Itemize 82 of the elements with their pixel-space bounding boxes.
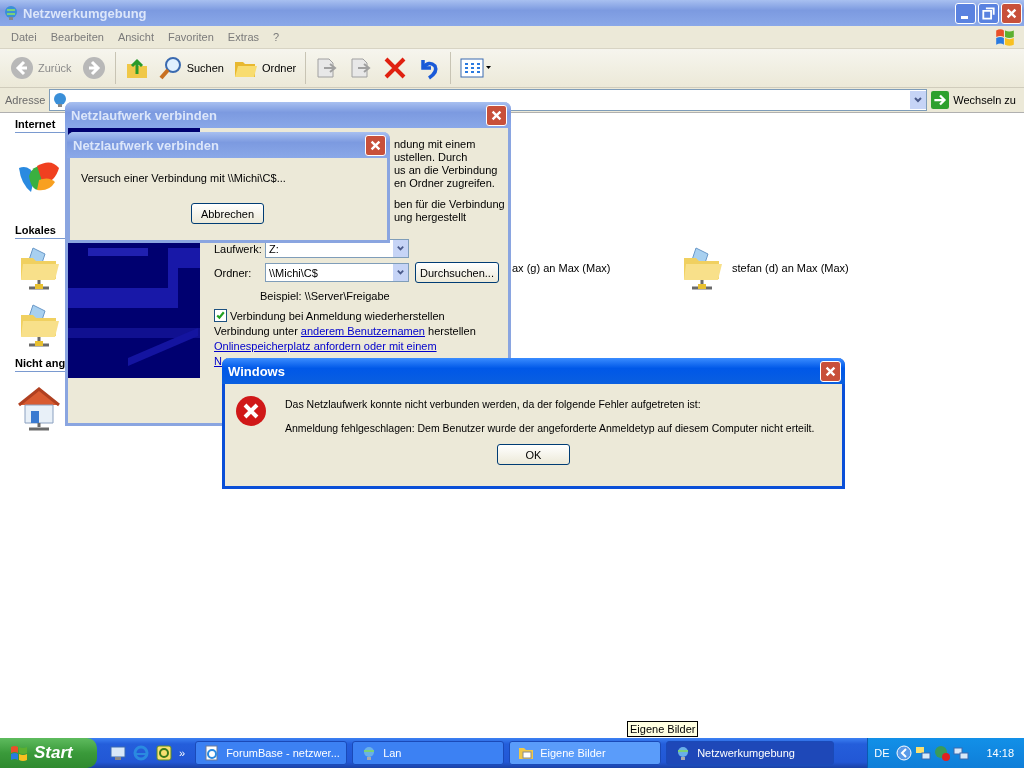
- status-message: Versuch einer Verbindung mit \\Michi\C$...: [81, 172, 287, 184]
- reconnect-checkbox[interactable]: Verbindung bei Anmeldung wiederherstellen: [214, 309, 508, 322]
- instruction-text: ung hergestellt: [394, 211, 468, 224]
- dropdown-button[interactable]: [910, 91, 927, 109]
- other-user-text: Verbindung unter anderem Benutzernamen herstellen: [214, 325, 477, 337]
- windows-logo-icon: [9, 743, 29, 763]
- restore-button[interactable]: [978, 2, 999, 24]
- minimize-button[interactable]: [955, 2, 976, 24]
- close-button[interactable]: [365, 134, 386, 156]
- window-title: Netzwerkumgebung: [23, 5, 148, 21]
- chevron-icon[interactable]: [896, 745, 913, 761]
- computers-icon[interactable]: [953, 745, 970, 761]
- share-label[interactable]: ax (g) an Max (Max): [512, 261, 611, 274]
- browse-button[interactable]: Durchsuchen...: [415, 262, 499, 283]
- chevron-down-icon: [396, 244, 405, 253]
- other-user-link[interactable]: anderem Benutzernamen: [300, 325, 425, 337]
- close-button[interactable]: [486, 104, 507, 126]
- network-icon: [52, 92, 69, 108]
- search-button[interactable]: Suchen: [154, 54, 228, 82]
- folder-combo[interactable]: \\Michi\C$: [265, 263, 409, 282]
- share-label[interactable]: stefan (d) an Max (Max): [732, 261, 849, 274]
- instruction-text: ndung mit einem: [394, 138, 477, 151]
- menu-item[interactable]: Bearbeiten: [43, 31, 111, 43]
- address-label: Adresse: [5, 94, 46, 106]
- taskbar-button[interactable]: ForumBase - netzwer...: [195, 741, 348, 765]
- close-icon: [824, 364, 837, 378]
- more-button[interactable]: »: [179, 747, 186, 759]
- group-header: Lokales: [15, 224, 56, 236]
- arrow-right-icon: [931, 91, 950, 109]
- instruction-text: ben für die Verbindung: [394, 198, 506, 211]
- chevron-down-icon: [396, 268, 405, 277]
- folder-up-icon: [124, 56, 149, 80]
- storage-link[interactable]: Onlinespeicherplatz anfordern oder mit einem: [214, 340, 437, 352]
- storage-link[interactable]: N: [214, 355, 222, 367]
- checkbox[interactable]: [214, 309, 227, 322]
- instruction-text: en Ordner zugreifen.: [394, 177, 496, 190]
- error-icon: [235, 395, 267, 427]
- cancel-button[interactable]: Abbrechen: [191, 203, 264, 224]
- media-icon[interactable]: [156, 745, 172, 761]
- folders-button[interactable]: Ordner: [229, 54, 301, 82]
- desktop-icon[interactable]: [110, 745, 126, 761]
- error-message: Das Netzlaufwerk konnte nicht verbunden werden, da der folgende Fehler aufgetreten ist:: [285, 398, 702, 410]
- dialog-title: Netzlaufwerk verbinden: [73, 137, 220, 153]
- close-icon: [490, 108, 503, 122]
- folder-label: Ordner:: [214, 266, 253, 279]
- dialog-title: Windows: [228, 363, 286, 379]
- menu-item[interactable]: Datei: [4, 31, 44, 43]
- menu-item[interactable]: Extras: [220, 31, 267, 43]
- views-icon: [460, 56, 493, 80]
- example-text: Beispiel: \\Server\Freigabe: [260, 290, 391, 302]
- clock: 14:18: [986, 747, 1014, 759]
- delete-icon: [383, 56, 408, 80]
- close-icon: [1005, 6, 1018, 20]
- instruction-text: ustellen. Durch: [394, 151, 469, 164]
- language-indicator[interactable]: DE: [874, 747, 890, 759]
- menu-item[interactable]: Ansicht: [110, 31, 161, 43]
- taskbar-button[interactable]: Netzwerkumgebung: [666, 741, 835, 765]
- network-tray-icon[interactable]: [915, 745, 932, 761]
- minimize-icon: [961, 15, 968, 19]
- drive-label: Laufwerk:: [214, 242, 263, 255]
- error-message: Anmeldung fehlgeschlagen: Dem Benutzer wurde der angeforderte Anmeldetyp auf diesem Computer nicht erteilt.: [285, 422, 815, 434]
- windows-logo-icon: [994, 26, 1016, 48]
- ok-button[interactable]: OK: [497, 444, 570, 465]
- picture-folder-icon: [518, 745, 535, 761]
- close-button[interactable]: [820, 360, 841, 382]
- chevron-down-icon: [913, 95, 924, 105]
- network-icon: [3, 5, 19, 21]
- taskbar-button[interactable]: Lan: [352, 741, 505, 765]
- group-header: Nicht ang: [15, 357, 66, 369]
- instruction-text: us an die Verbindung: [394, 164, 499, 177]
- restore-icon: [982, 6, 995, 20]
- search-icon: [158, 56, 183, 80]
- browser-page-icon: [204, 745, 221, 761]
- go-button[interactable]: Wechseln zu: [927, 91, 1024, 109]
- group-header: Internet: [15, 118, 56, 130]
- menu-item[interactable]: Favoriten: [161, 31, 221, 43]
- tooltip: Eigene Bilder: [627, 721, 699, 737]
- close-icon: [369, 138, 382, 152]
- start-button[interactable]: Start: [0, 738, 97, 768]
- menu-item[interactable]: ?: [266, 31, 287, 43]
- close-button[interactable]: [1001, 2, 1022, 24]
- dialog-title: Netzlaufwerk verbinden: [71, 107, 218, 123]
